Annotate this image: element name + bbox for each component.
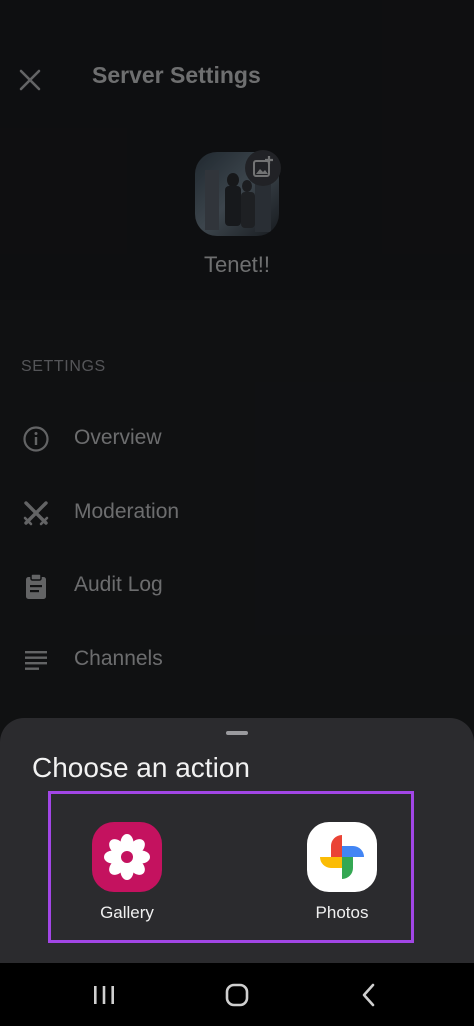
swords-icon	[23, 501, 49, 526]
close-icon[interactable]	[16, 66, 44, 94]
menu-item-moderation[interactable]: Moderation	[0, 485, 474, 541]
page-title: Server Settings	[92, 62, 261, 88]
back-icon[interactable]	[353, 980, 385, 1010]
choose-action-sheet: Choose an action Gallery Photos	[0, 718, 474, 963]
discord-server-settings-screen: Server Settings Tenet!! SETTINGS Overvie…	[0, 0, 474, 1026]
app-option-photos[interactable]: Photos	[297, 822, 387, 932]
app-label: Photos	[315, 903, 369, 922]
google-photos-pinwheel-icon	[307, 822, 377, 892]
add-image-icon	[253, 156, 273, 177]
clipboard-icon	[26, 573, 46, 599]
menu-item-label: Overview	[74, 426, 162, 449]
menu-item-label: Channels	[74, 647, 163, 670]
info-icon	[23, 426, 49, 452]
home-icon[interactable]	[221, 980, 253, 1010]
settings-section-label: SETTINGS	[21, 358, 106, 375]
menu-item-audit-log[interactable]: Audit Log	[0, 558, 474, 614]
app-label: Gallery	[100, 903, 154, 922]
settings-header: Server Settings Tenet!!	[0, 0, 474, 300]
list-icon	[25, 651, 47, 670]
add-image-badge[interactable]	[245, 150, 281, 186]
menu-item-channels[interactable]: Channels	[0, 632, 474, 688]
app-option-gallery[interactable]: Gallery	[82, 822, 172, 932]
sheet-title: Choose an action	[32, 752, 250, 783]
system-navigation-bar	[0, 963, 474, 1026]
server-icon-button[interactable]	[195, 150, 281, 236]
menu-item-overview[interactable]: Overview	[0, 411, 474, 467]
menu-item-label: Audit Log	[74, 573, 163, 596]
sheet-drag-handle[interactable]	[226, 731, 248, 735]
server-name: Tenet!!	[203, 252, 271, 277]
menu-item-label: Moderation	[74, 500, 180, 523]
gallery-flower-icon	[92, 822, 162, 892]
recent-apps-icon[interactable]	[88, 980, 120, 1010]
